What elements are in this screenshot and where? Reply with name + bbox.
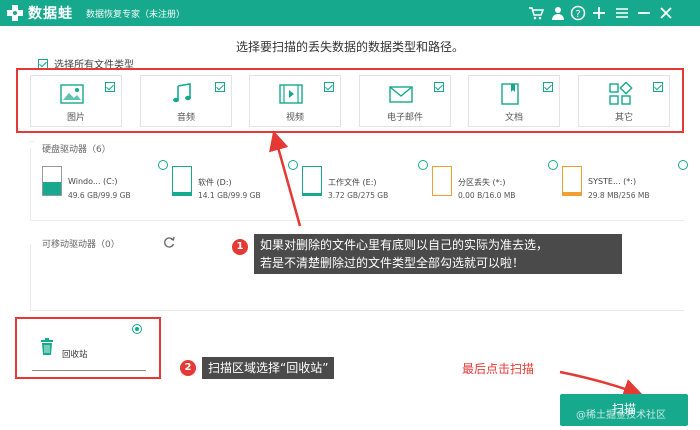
step-badge: 1 bbox=[232, 239, 248, 255]
callout-line: 如果对删除的文件心里有底则以自己的实际为准去选， bbox=[260, 238, 549, 252]
callout-step-2: 扫描区域选择“回收站” bbox=[202, 357, 335, 379]
annotation-arrows bbox=[269, 130, 644, 399]
callout-step-1: 如果对删除的文件心里有底则以自己的实际为准去选， 若是不清楚删除过的文件类型全部… bbox=[254, 234, 622, 274]
watermark: @稀土掘金技术社区 bbox=[576, 410, 666, 421]
step-badge: 2 bbox=[180, 360, 196, 376]
callout-line: 若是不清楚删除过的文件类型全部勾选就可以啦！ bbox=[260, 256, 525, 270]
final-note: 最后点击扫描 bbox=[462, 362, 535, 376]
arrow-to-file-types bbox=[269, 130, 302, 227]
arrow-to-scan-button bbox=[559, 370, 644, 399]
